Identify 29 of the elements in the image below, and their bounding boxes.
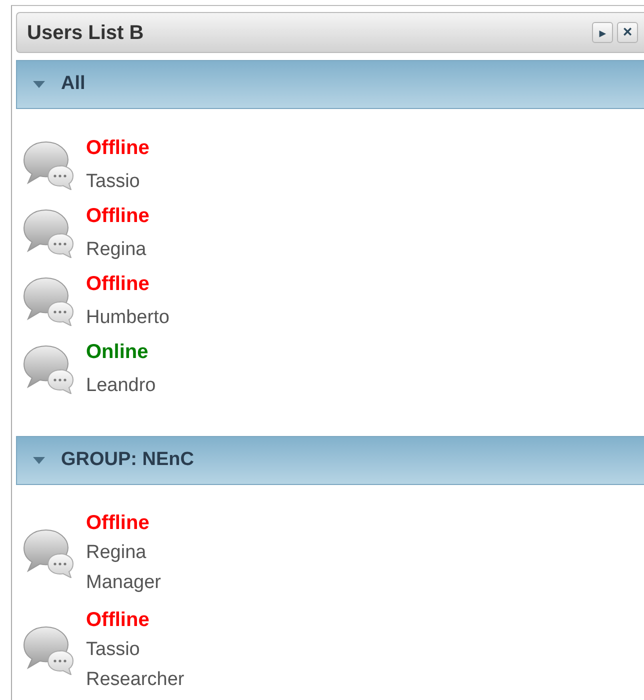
user-status: Offline xyxy=(86,204,150,229)
group-title: All xyxy=(61,72,86,96)
user-name: Humberto xyxy=(86,306,170,330)
group-header[interactable]: All xyxy=(16,60,644,109)
user-name: Tassio xyxy=(86,638,141,662)
chat-bubbles-icon xyxy=(22,528,74,578)
caret-icon xyxy=(33,457,45,464)
chat-bubbles-icon xyxy=(22,276,74,326)
user-name: Leandro xyxy=(86,374,156,398)
group-header[interactable]: GROUP: NEnC xyxy=(16,436,644,485)
chat-bubbles-icon xyxy=(22,140,74,190)
user-status: Offline xyxy=(86,136,150,161)
caret-icon xyxy=(33,81,45,88)
chat-bubbles-icon xyxy=(22,208,74,258)
group-title: GROUP: NEnC xyxy=(61,448,194,472)
user-status: Offline xyxy=(86,511,150,536)
user-status: Offline xyxy=(86,608,150,633)
user-name: Regina xyxy=(86,238,148,262)
user-role: Researcher xyxy=(86,668,184,692)
chat-bubbles-icon xyxy=(22,625,74,675)
user-name: Regina xyxy=(86,541,148,565)
user-status: Online xyxy=(86,340,150,365)
user-status: Offline xyxy=(86,272,150,297)
close-button[interactable]: × xyxy=(617,22,638,43)
expand-button[interactable]: ▸ xyxy=(592,22,613,43)
panel-title: Users List B xyxy=(27,20,144,46)
user-role: Manager xyxy=(86,571,161,595)
chat-bubbles-icon xyxy=(22,344,74,394)
user-name: Tassio xyxy=(86,170,141,194)
